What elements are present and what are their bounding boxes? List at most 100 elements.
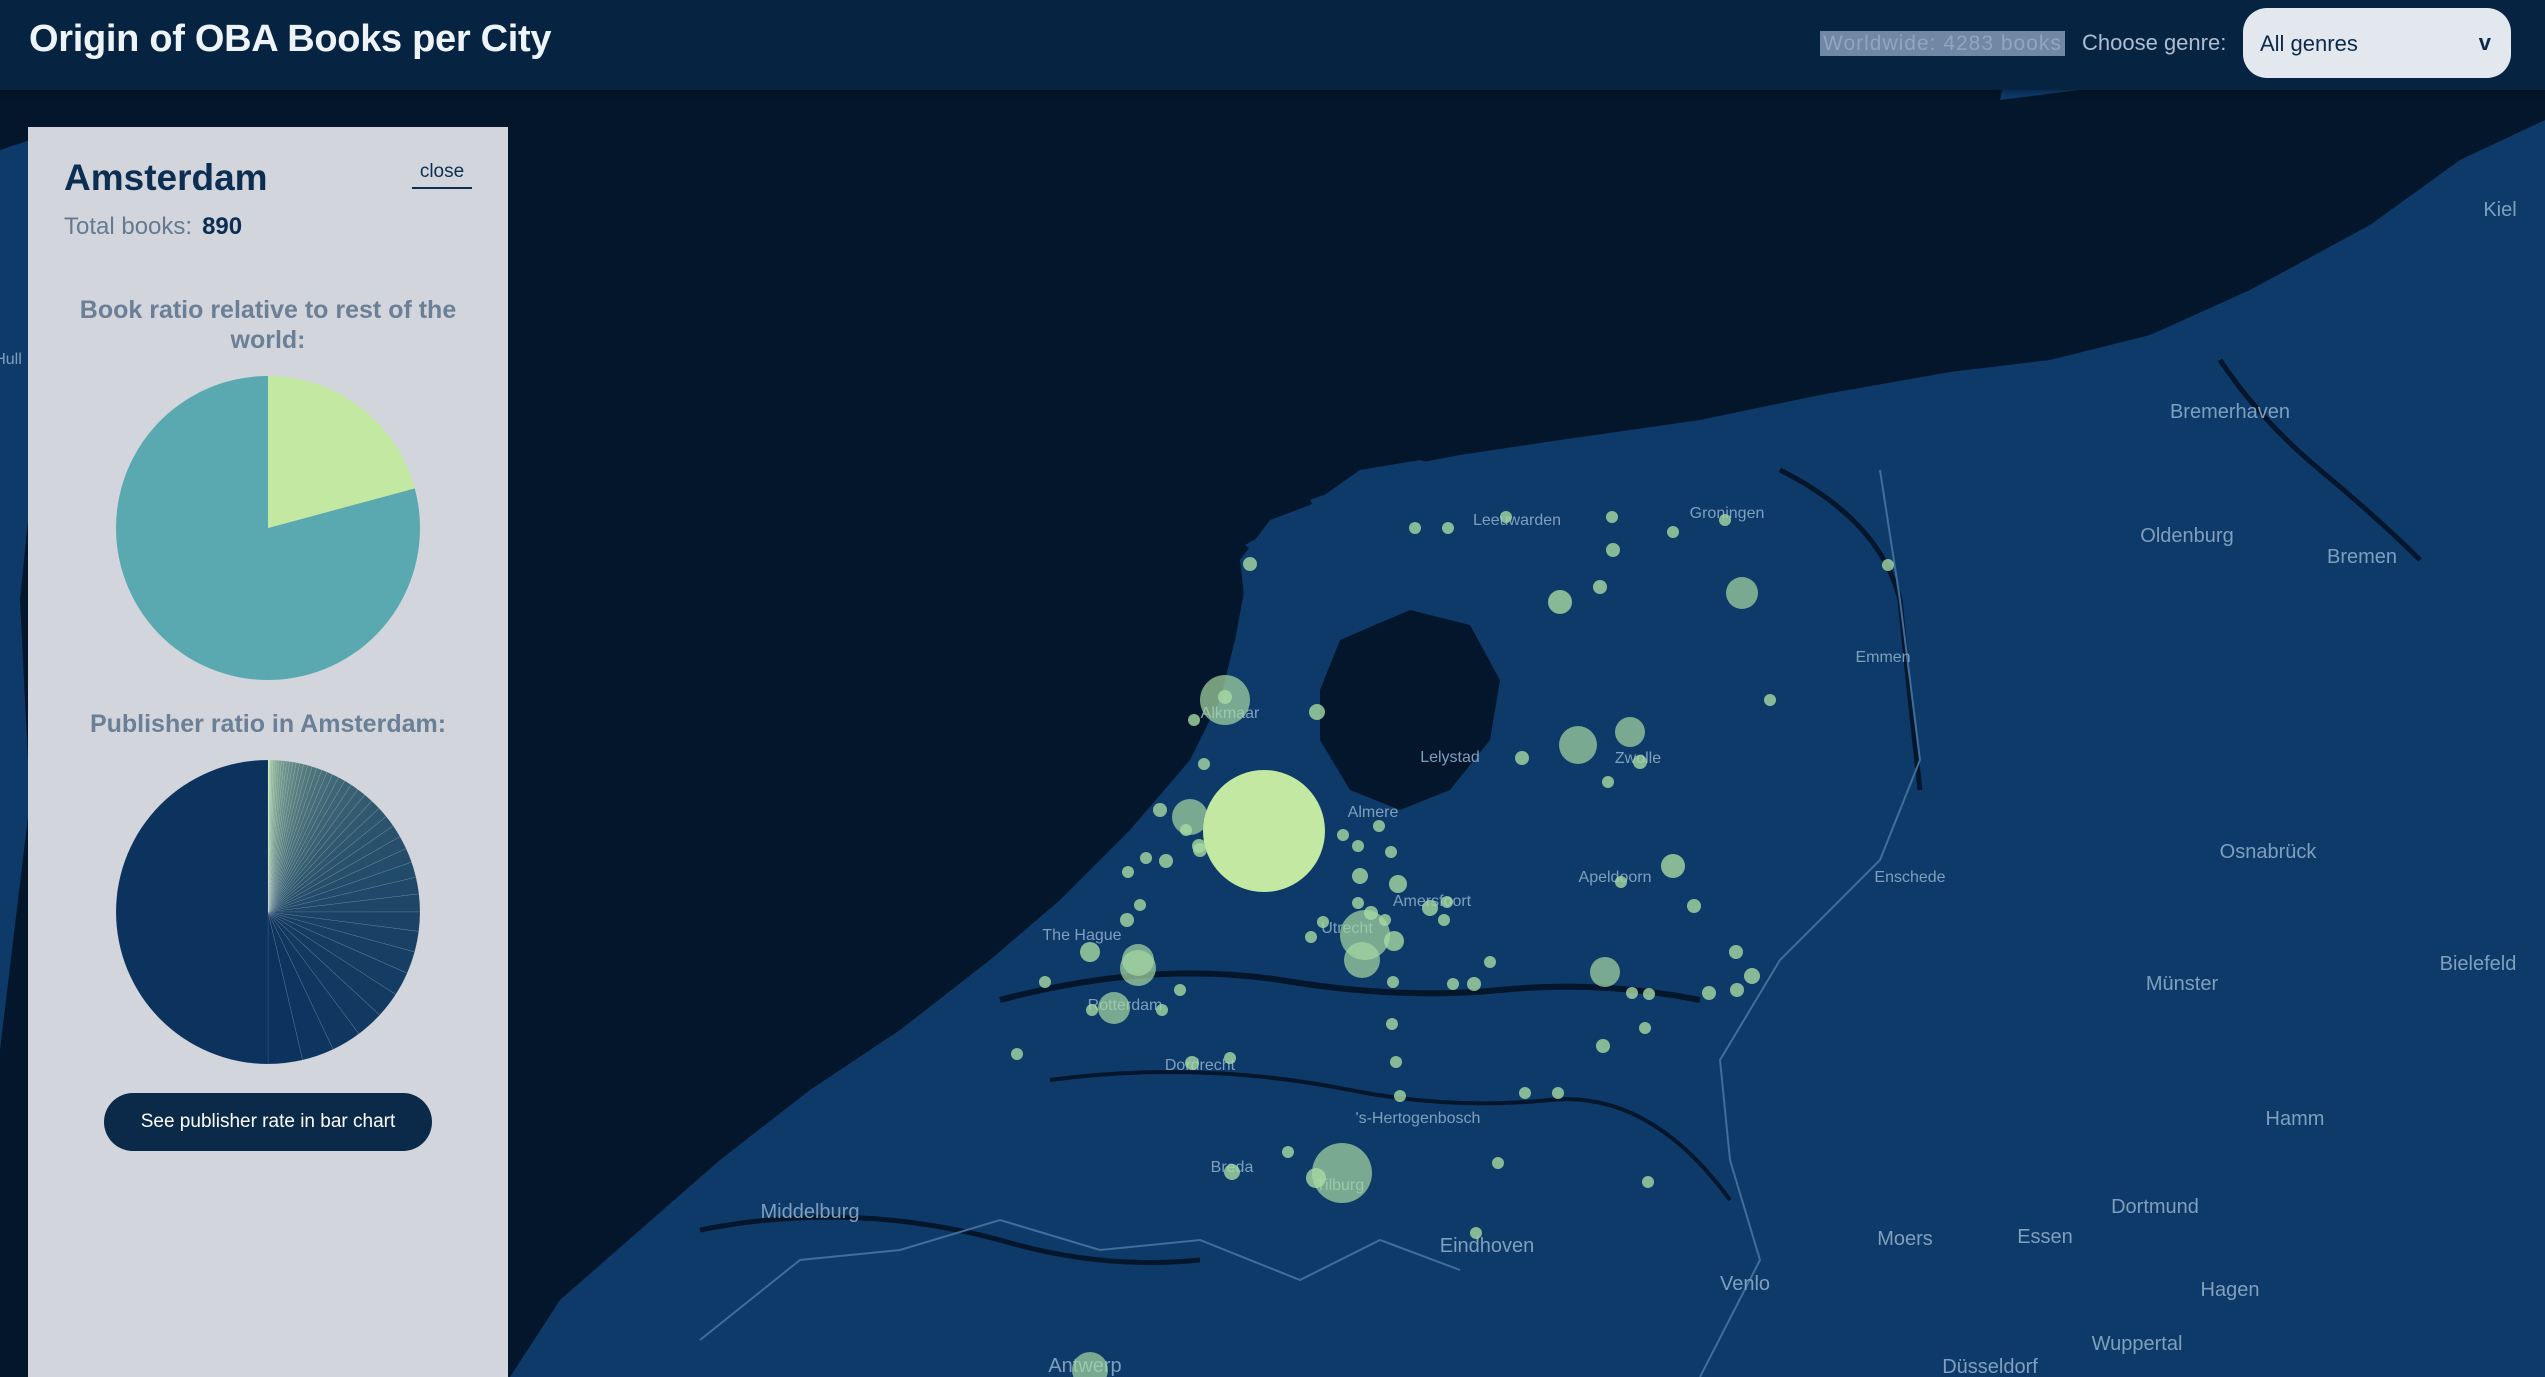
city-bubble[interactable] bbox=[1224, 1052, 1236, 1064]
city-bubble[interactable] bbox=[1159, 854, 1173, 868]
city-bubble[interactable] bbox=[1098, 992, 1130, 1024]
city-bubble[interactable] bbox=[1390, 1056, 1402, 1068]
city-bubble[interactable] bbox=[1306, 1168, 1326, 1188]
city-bubble[interactable] bbox=[1643, 988, 1655, 1000]
city-bubble[interactable] bbox=[1744, 968, 1760, 984]
city-bubble[interactable] bbox=[1198, 758, 1210, 770]
place-label: Dortmund bbox=[2111, 1196, 2199, 1218]
city-bubble[interactable] bbox=[1596, 1039, 1610, 1053]
city-bubble[interactable] bbox=[1174, 984, 1186, 996]
publisher-ratio-pie bbox=[116, 760, 420, 1064]
city-bubble[interactable] bbox=[1470, 1227, 1482, 1239]
worldwide-total: Worldwide: 4283 books bbox=[1820, 31, 2065, 56]
city-bubble[interactable] bbox=[1633, 755, 1647, 769]
place-label: The Hague bbox=[1042, 927, 1121, 944]
city-bubble[interactable] bbox=[1548, 590, 1572, 614]
city-bubble[interactable] bbox=[1120, 913, 1134, 927]
city-bubble[interactable] bbox=[1385, 846, 1397, 858]
city-bubble[interactable] bbox=[1140, 852, 1152, 864]
city-bubble[interactable] bbox=[1180, 824, 1192, 836]
place-label: Venlo bbox=[1720, 1273, 1770, 1295]
place-label: Münster bbox=[2146, 973, 2219, 995]
city-bubble[interactable] bbox=[1134, 899, 1146, 911]
place-label: Bielefeld bbox=[2440, 953, 2517, 975]
place-label: Emmen bbox=[1855, 649, 1910, 666]
city-bubble[interactable] bbox=[1309, 704, 1325, 720]
city-bubble[interactable] bbox=[1387, 976, 1399, 988]
city-bubble[interactable] bbox=[1552, 1087, 1564, 1099]
place-label: Moers bbox=[1877, 1228, 1933, 1250]
city-bubble[interactable] bbox=[1515, 751, 1529, 765]
city-bubble[interactable] bbox=[1492, 1157, 1504, 1169]
city-bubble[interactable] bbox=[1626, 987, 1638, 999]
city-bubble[interactable] bbox=[1442, 522, 1454, 534]
city-bubble[interactable] bbox=[1615, 717, 1645, 747]
city-bubble[interactable] bbox=[1484, 956, 1496, 968]
city-bubble[interactable] bbox=[1606, 543, 1620, 557]
city-bubble[interactable] bbox=[1702, 986, 1716, 1000]
city-bubble[interactable] bbox=[1590, 957, 1620, 987]
city-bubble[interactable] bbox=[1352, 897, 1364, 909]
city-bubble[interactable] bbox=[1188, 714, 1200, 726]
city-bubble[interactable] bbox=[1667, 526, 1679, 538]
place-label: Lelystad bbox=[1420, 749, 1480, 766]
city-bubble[interactable] bbox=[1441, 896, 1453, 908]
city-bubble[interactable] bbox=[1500, 511, 1512, 523]
city-bubble[interactable] bbox=[1243, 557, 1257, 571]
city-bubble[interactable] bbox=[1438, 914, 1450, 926]
city-bubble[interactable] bbox=[1447, 978, 1459, 990]
city-bubble[interactable] bbox=[1386, 1018, 1398, 1030]
city-bubble[interactable] bbox=[1317, 916, 1329, 928]
city-bubble[interactable] bbox=[1373, 820, 1385, 832]
city-bubble[interactable] bbox=[1122, 866, 1134, 878]
city-bubble[interactable] bbox=[1422, 900, 1438, 916]
city-bubble[interactable] bbox=[1086, 1004, 1098, 1016]
city-bubble[interactable] bbox=[1719, 514, 1731, 526]
city-bubble[interactable] bbox=[1639, 1022, 1651, 1034]
city-bubble[interactable] bbox=[1200, 675, 1250, 725]
city-bubble[interactable] bbox=[1039, 976, 1051, 988]
city-bubble[interactable] bbox=[1352, 868, 1368, 884]
genre-select[interactable]: All genres v bbox=[2243, 8, 2511, 78]
city-bubble[interactable] bbox=[1726, 577, 1758, 609]
bar-chart-button[interactable]: See publisher rate in bar chart bbox=[104, 1093, 432, 1151]
place-label: Hagen bbox=[2201, 1279, 2260, 1301]
city-bubble[interactable] bbox=[1156, 1004, 1168, 1016]
city-bubble[interactable] bbox=[1153, 803, 1167, 817]
top-bar: Origin of OBA Books per City Worldwide: … bbox=[0, 0, 2545, 90]
city-bubble[interactable] bbox=[1642, 1176, 1654, 1188]
city-bubble[interactable] bbox=[1394, 1090, 1406, 1102]
city-bubble[interactable] bbox=[1764, 694, 1776, 706]
city-bubble[interactable] bbox=[1602, 776, 1614, 788]
city-bubble[interactable] bbox=[1352, 840, 1364, 852]
city-bubble[interactable] bbox=[1080, 942, 1100, 962]
city-bubble[interactable] bbox=[1409, 522, 1421, 534]
city-bubble[interactable] bbox=[1305, 931, 1317, 943]
close-button[interactable]: close bbox=[412, 161, 472, 189]
city-bubble[interactable] bbox=[1606, 511, 1618, 523]
city-bubble[interactable] bbox=[1467, 977, 1481, 991]
city-bubble-amsterdam[interactable] bbox=[1203, 770, 1325, 892]
city-bubble[interactable] bbox=[1011, 1048, 1023, 1060]
city-bubble[interactable] bbox=[1282, 1146, 1294, 1158]
city-bubble[interactable] bbox=[1730, 983, 1744, 997]
city-bubble[interactable] bbox=[1185, 1056, 1199, 1070]
city-bubble[interactable] bbox=[1120, 950, 1156, 986]
city-bubble[interactable] bbox=[1389, 875, 1407, 893]
city-bubble[interactable] bbox=[1615, 876, 1627, 888]
place-label: Enschede bbox=[1874, 869, 1945, 886]
total-books-label: Total books: bbox=[64, 213, 193, 240]
city-bubble[interactable] bbox=[1519, 1087, 1531, 1099]
city-bubble[interactable] bbox=[1559, 726, 1597, 764]
city-bubble[interactable] bbox=[1340, 910, 1390, 960]
place-label: Wuppertal bbox=[2092, 1333, 2183, 1355]
chevron-down-icon: v bbox=[2478, 30, 2491, 55]
city-bubble[interactable] bbox=[1882, 559, 1894, 571]
city-bubble[interactable] bbox=[1337, 829, 1349, 841]
city-bubble[interactable] bbox=[1661, 854, 1685, 878]
place-label: Bremen bbox=[2327, 546, 2397, 568]
city-bubble[interactable] bbox=[1593, 580, 1607, 594]
city-bubble[interactable] bbox=[1687, 899, 1701, 913]
city-bubble[interactable] bbox=[1224, 1164, 1240, 1180]
city-bubble[interactable] bbox=[1729, 945, 1743, 959]
